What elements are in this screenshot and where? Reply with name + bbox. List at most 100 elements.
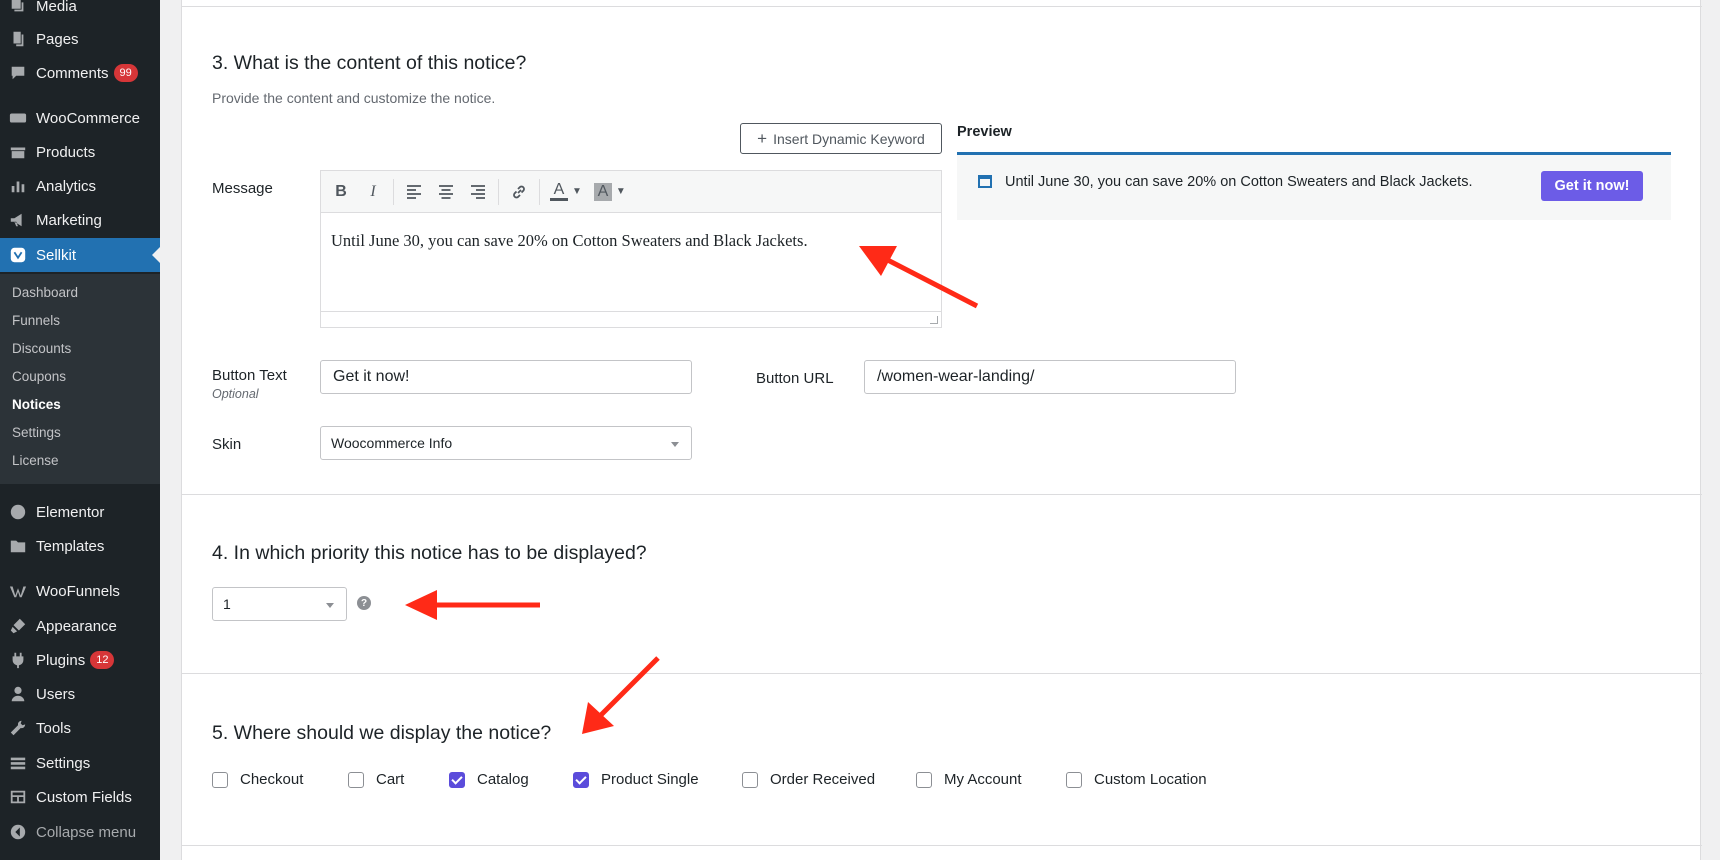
- elementor-icon: [8, 502, 28, 522]
- editor-toolbar: B I A ▼ A ▼: [321, 171, 941, 213]
- editor-statusbar: [321, 311, 941, 327]
- sidebar-item-analytics[interactable]: Analytics: [0, 169, 160, 203]
- location-option-checkout[interactable]: Checkout: [212, 771, 303, 788]
- button-url-input[interactable]: /women-wear-landing/: [864, 360, 1236, 394]
- submenu-settings[interactable]: Settings: [12, 425, 61, 440]
- plugins-count-badge: 12: [90, 651, 115, 669]
- submenu-notices[interactable]: Notices: [12, 397, 61, 412]
- toolbar-separator: [498, 178, 499, 205]
- help-icon[interactable]: ?: [357, 596, 371, 610]
- submenu-coupons[interactable]: Coupons: [12, 369, 66, 384]
- marketing-icon: [8, 210, 28, 230]
- tools-icon: [8, 718, 28, 738]
- admin-sidebar: Media Pages Comments 99 WooCommerce Prod…: [0, 0, 160, 860]
- plugins-icon: [8, 650, 28, 670]
- sidebar-item-plugins[interactable]: Plugins 12: [0, 643, 160, 677]
- sellkit-icon: [8, 245, 28, 265]
- catalog-checkbox[interactable]: [449, 771, 465, 788]
- appearance-icon: [8, 616, 28, 636]
- notice-settings-panel: 3. What is the content of this notice? P…: [181, 0, 1702, 860]
- media-icon: [8, 0, 28, 16]
- sidebar-item-media[interactable]: Media: [0, 0, 160, 23]
- section3-description: Provide the content and customize the no…: [212, 90, 496, 106]
- analytics-icon: [8, 176, 28, 196]
- submenu-license[interactable]: License: [12, 453, 59, 468]
- notice-preview: Until June 30, you can save 20% on Cotto…: [957, 152, 1671, 220]
- button-text-label: Button Text: [212, 367, 287, 384]
- location-option-cart[interactable]: Cart: [348, 771, 404, 788]
- preview-title: Preview: [957, 124, 1012, 140]
- align-center-icon[interactable]: [432, 178, 460, 206]
- message-label: Message: [212, 180, 273, 197]
- order-received-checkbox[interactable]: [742, 771, 758, 788]
- sidebar-item-custom-fields[interactable]: Custom Fields: [0, 780, 160, 814]
- section-divider: [182, 673, 1702, 674]
- submenu-funnels[interactable]: Funnels: [12, 313, 60, 328]
- sidebar-item-sellkit[interactable]: Sellkit: [0, 238, 160, 272]
- button-url-label: Button URL: [756, 370, 834, 387]
- align-right-icon[interactable]: [464, 178, 492, 206]
- sidebar-item-comments[interactable]: Comments 99: [0, 56, 160, 90]
- sidebar-item-woocommerce[interactable]: WooCommerce: [0, 101, 160, 135]
- submenu-discounts[interactable]: Discounts: [12, 341, 71, 356]
- link-icon[interactable]: [505, 178, 533, 206]
- submenu-dashboard[interactable]: Dashboard: [12, 285, 78, 300]
- chevron-down-icon: [671, 442, 679, 447]
- section-divider: [182, 845, 1702, 846]
- section-divider: [182, 6, 1702, 7]
- skin-label: Skin: [212, 436, 242, 453]
- chevron-down-icon: [326, 603, 334, 608]
- section3-title: 3. What is the content of this notice?: [212, 52, 527, 74]
- message-editor[interactable]: B I A ▼ A ▼ Until June 30, you can save 20…: [320, 170, 942, 328]
- comments-count-badge: 99: [113, 64, 138, 82]
- my-account-checkbox[interactable]: [916, 771, 932, 788]
- insert-dynamic-keyword-button[interactable]: + Insert Dynamic Keyword: [740, 123, 942, 154]
- priority-select[interactable]: 1: [212, 587, 347, 621]
- editor-content[interactable]: Until June 30, you can save 20% on Cotto…: [321, 213, 941, 311]
- sidebar-item-users[interactable]: Users: [0, 677, 160, 711]
- location-option-product-single[interactable]: Product Single: [573, 771, 699, 788]
- cart-checkbox[interactable]: [348, 771, 364, 788]
- preview-message: Until June 30, you can save 20% on Cotto…: [1005, 174, 1473, 190]
- sidebar-item-appearance[interactable]: Appearance: [0, 609, 160, 643]
- italic-icon[interactable]: I: [359, 178, 387, 206]
- users-icon: [8, 684, 28, 704]
- templates-icon: [8, 536, 28, 556]
- toolbar-separator: [393, 178, 394, 205]
- bold-icon[interactable]: B: [327, 178, 355, 206]
- sellkit-submenu: Dashboard Funnels Discounts Coupons Noti…: [0, 274, 160, 484]
- settings-icon: [8, 753, 28, 773]
- location-option-catalog[interactable]: Catalog: [449, 771, 529, 788]
- product-single-checkbox[interactable]: [573, 771, 589, 788]
- preview-cta-button[interactable]: Get it now!: [1541, 171, 1643, 201]
- section5-title: 5. Where should we display the notice?: [212, 722, 552, 744]
- collapse-menu-button[interactable]: Collapse menu: [0, 815, 160, 849]
- sidebar-item-tools[interactable]: Tools: [0, 711, 160, 745]
- woocommerce-icon: [8, 108, 28, 128]
- button-text-input[interactable]: Get it now!: [320, 360, 692, 394]
- text-color-icon[interactable]: A ▼: [546, 182, 586, 201]
- custom-location-checkbox[interactable]: [1066, 771, 1082, 788]
- sidebar-item-elementor[interactable]: Elementor: [0, 495, 160, 529]
- custom-fields-icon: [8, 787, 28, 807]
- window-icon: [978, 175, 992, 188]
- sidebar-item-settings[interactable]: Settings: [0, 746, 160, 780]
- sidebar-item-products[interactable]: Products: [0, 135, 160, 169]
- location-option-my-account[interactable]: My Account: [916, 771, 1022, 788]
- pages-icon: [8, 29, 28, 49]
- resize-handle-icon[interactable]: [930, 316, 938, 324]
- location-option-custom-location[interactable]: Custom Location: [1066, 771, 1207, 788]
- location-option-order-received[interactable]: Order Received: [742, 771, 875, 788]
- comments-icon: [8, 63, 28, 83]
- background-color-icon[interactable]: A ▼: [590, 182, 630, 201]
- toolbar-separator: [539, 178, 540, 205]
- align-left-icon[interactable]: [400, 178, 428, 206]
- sidebar-item-pages[interactable]: Pages: [0, 22, 160, 56]
- woofunnels-icon: [8, 581, 28, 601]
- button-text-optional-label: Optional: [212, 387, 259, 401]
- sidebar-item-templates[interactable]: Templates: [0, 529, 160, 563]
- sidebar-item-woofunnels[interactable]: WooFunnels: [0, 574, 160, 608]
- skin-select[interactable]: Woocommerce Info: [320, 426, 692, 460]
- sidebar-item-marketing[interactable]: Marketing: [0, 203, 160, 237]
- checkout-checkbox[interactable]: [212, 771, 228, 788]
